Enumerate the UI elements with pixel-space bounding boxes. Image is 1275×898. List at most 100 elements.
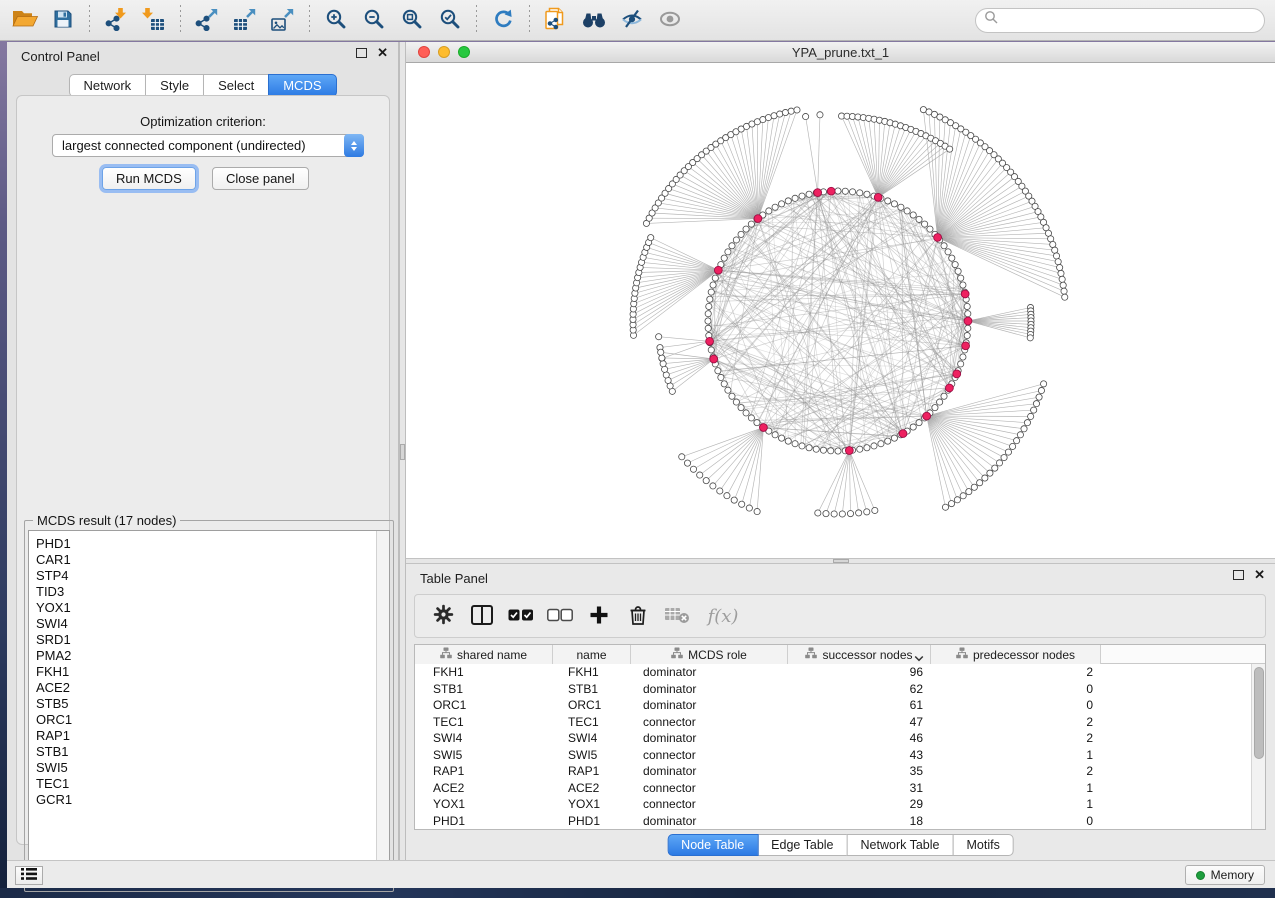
mcds-result-item[interactable]: SRD1 (36, 632, 389, 648)
network-leaf-node[interactable] (817, 112, 823, 118)
network-node[interactable] (916, 420, 922, 426)
network-node[interactable] (828, 448, 834, 454)
network-node[interactable] (733, 399, 739, 405)
network-leaf-node[interactable] (1052, 247, 1058, 253)
network-node[interactable] (842, 188, 848, 194)
network-node[interactable] (705, 325, 711, 331)
network-hub-node[interactable] (874, 193, 882, 201)
save-session-button[interactable] (46, 3, 80, 37)
network-node[interactable] (964, 332, 970, 338)
network-leaf-node[interactable] (823, 511, 829, 517)
network-leaf-node[interactable] (992, 465, 998, 471)
network-leaf-node[interactable] (717, 488, 723, 494)
network-leaf-node[interactable] (1053, 253, 1059, 259)
network-hub-node[interactable] (710, 355, 718, 363)
network-node[interactable] (743, 410, 749, 416)
network-node[interactable] (806, 445, 812, 451)
network-hub-node[interactable] (923, 412, 931, 420)
mcds-result-item[interactable]: ACE2 (36, 680, 389, 696)
network-leaf-node[interactable] (1061, 288, 1067, 294)
network-node[interactable] (721, 255, 727, 261)
network-hub-node[interactable] (964, 317, 972, 325)
network-leaf-node[interactable] (947, 146, 953, 152)
column-header-shared-name[interactable]: shared name (415, 645, 553, 664)
network-node[interactable] (910, 424, 916, 430)
table-row[interactable]: RAP1RAP1dominator352 (415, 763, 1251, 780)
mcds-result-item[interactable]: CAR1 (36, 552, 389, 568)
network-node[interactable] (772, 204, 778, 210)
table-row[interactable]: PHD1PHD1dominator180 (415, 813, 1251, 830)
open-session-button[interactable] (8, 3, 42, 37)
network-node[interactable] (941, 243, 947, 249)
network-node[interactable] (707, 296, 713, 302)
network-leaf-node[interactable] (971, 484, 977, 490)
network-node[interactable] (910, 212, 916, 218)
network-node[interactable] (778, 201, 784, 207)
network-node[interactable] (754, 420, 760, 426)
network-node[interactable] (705, 318, 711, 324)
network-leaf-node[interactable] (1010, 443, 1016, 449)
node-table-scrollbar[interactable] (1251, 664, 1265, 829)
mcds-result-item[interactable]: STP4 (36, 568, 389, 584)
export-table-button[interactable] (228, 3, 262, 37)
search-input[interactable] (999, 13, 1264, 27)
network-node[interactable] (792, 195, 798, 201)
column-header-mcds-role[interactable]: MCDS role (631, 645, 788, 664)
network-node[interactable] (710, 282, 716, 288)
network-node[interactable] (785, 438, 791, 444)
network-hub-node[interactable] (961, 290, 969, 298)
network-leaf-node[interactable] (771, 113, 777, 119)
memory-button[interactable]: Memory (1185, 865, 1265, 885)
network-node[interactable] (813, 446, 819, 452)
tab-mcds[interactable]: MCDS (268, 74, 336, 97)
tab-network[interactable]: Network (68, 74, 146, 97)
network-leaf-node[interactable] (1050, 241, 1056, 247)
network-hub-node[interactable] (706, 337, 714, 345)
mcds-result-item[interactable]: ORC1 (36, 712, 389, 728)
network-node[interactable] (857, 190, 863, 196)
mcds-result-item[interactable]: GCR1 (36, 792, 389, 808)
network-leaf-node[interactable] (1017, 432, 1023, 438)
network-node[interactable] (799, 193, 805, 199)
network-leaf-node[interactable] (1060, 282, 1066, 288)
network-node[interactable] (945, 249, 951, 255)
network-node[interactable] (725, 387, 731, 393)
network-node[interactable] (849, 189, 855, 195)
refresh-view-button[interactable] (486, 3, 520, 37)
network-leaf-node[interactable] (648, 235, 654, 241)
network-leaf-node[interactable] (660, 361, 666, 367)
network-node[interactable] (835, 188, 841, 194)
network-node[interactable] (864, 191, 870, 197)
table-row[interactable]: SWI4SWI4dominator462 (415, 730, 1251, 747)
network-node[interactable] (799, 443, 805, 449)
zoom-in-button[interactable] (319, 3, 353, 37)
network-node[interactable] (743, 226, 749, 232)
mcds-result-item[interactable]: FKH1 (36, 664, 389, 680)
network-node[interactable] (871, 443, 877, 449)
show-graphics-button[interactable] (653, 3, 687, 37)
zoom-fit-button[interactable] (395, 3, 429, 37)
table-panel-close-button[interactable]: ✕ (1254, 570, 1265, 580)
function-builder-button[interactable]: f(x) (701, 600, 745, 632)
search-field[interactable] (975, 8, 1265, 33)
network-node[interactable] (718, 374, 724, 380)
mcds-result-list[interactable]: PHD1CAR1STP4TID3YOX1SWI4SRD1PMA2FKH1ACE2… (28, 530, 390, 887)
network-leaf-node[interactable] (782, 109, 788, 115)
network-leaf-node[interactable] (1041, 381, 1047, 387)
network-graph[interactable] (406, 63, 1275, 558)
column-header-name[interactable]: name (553, 645, 631, 664)
network-hub-node[interactable] (845, 447, 853, 455)
network-leaf-node[interactable] (746, 505, 752, 511)
tab-motifs[interactable]: Motifs (952, 834, 1013, 856)
network-node[interactable] (748, 415, 754, 421)
control-panel-float-button[interactable] (356, 48, 367, 58)
find-button[interactable] (577, 3, 611, 37)
mcds-result-item[interactable]: STB1 (36, 744, 389, 760)
network-node[interactable] (778, 435, 784, 441)
network-leaf-node[interactable] (1057, 264, 1063, 270)
network-node[interactable] (916, 216, 922, 222)
table-settings-button[interactable] (428, 600, 458, 632)
network-leaf-node[interactable] (777, 111, 783, 117)
network-node[interactable] (932, 405, 938, 411)
network-leaf-node[interactable] (659, 355, 665, 361)
